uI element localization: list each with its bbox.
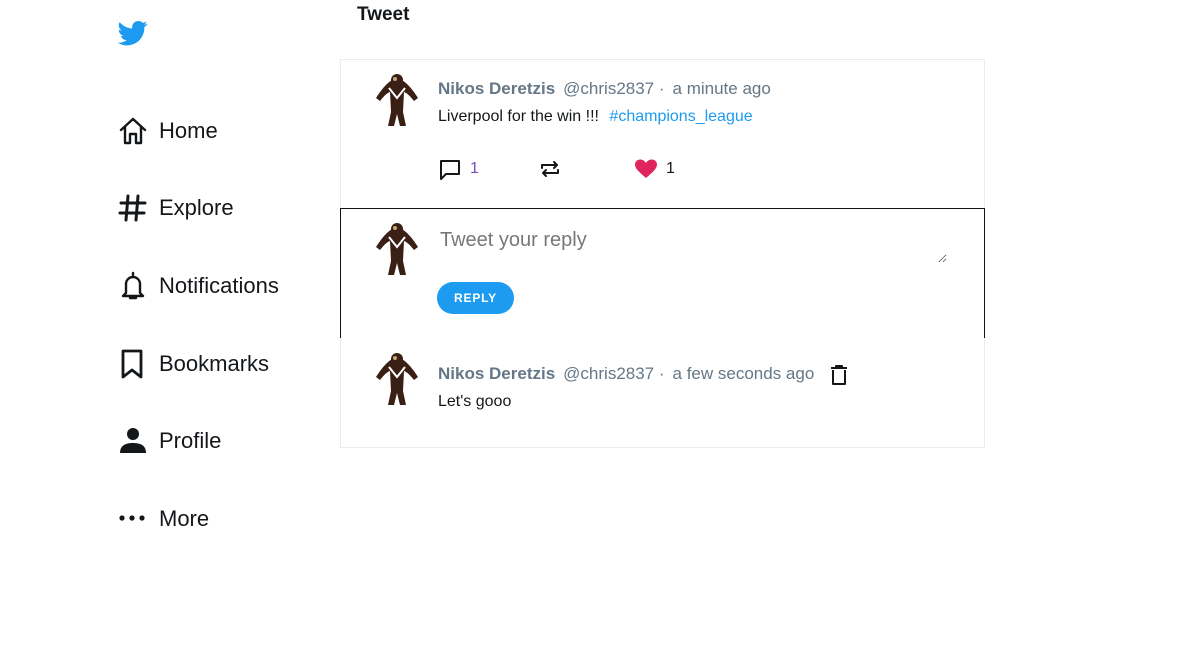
reply-input[interactable] <box>438 227 947 263</box>
sidebar-item-label: Notifications <box>159 273 279 298</box>
comment-count: 1 <box>470 160 479 177</box>
avatar[interactable] <box>372 74 422 128</box>
trash-icon[interactable] <box>830 365 848 385</box>
bookmark-icon <box>118 349 148 379</box>
tweet-card: Nikos Deretzis @chris2837 · a minute ago… <box>340 59 985 209</box>
heart-icon <box>635 159 657 178</box>
comment-time: a few seconds ago <box>672 364 815 383</box>
sidebar-item-label: Home <box>159 118 218 143</box>
sidebar-item-label: Profile <box>159 428 222 453</box>
retweet-button[interactable] <box>538 157 562 181</box>
sidebar-item-label: Explore <box>159 195 234 220</box>
like-button[interactable]: 1 <box>634 157 675 181</box>
home-icon <box>118 116 148 146</box>
sidebar-item-more[interactable]: More <box>118 504 209 534</box>
tweet-time: a minute ago <box>672 79 771 98</box>
hashtag-icon <box>118 193 148 223</box>
avatar[interactable] <box>372 353 422 407</box>
sidebar-item-label: Bookmarks <box>159 351 270 376</box>
author-name[interactable]: Nikos Deretzis <box>438 79 555 99</box>
author-name[interactable]: Nikos Deretzis <box>438 364 555 384</box>
tweet-text-content: Liverpool for the win !!! <box>438 108 599 125</box>
like-count: 1 <box>666 160 675 177</box>
bell-icon <box>118 271 148 301</box>
sidebar-item-label: More <box>159 506 210 531</box>
twitter-logo-icon[interactable] <box>116 18 150 48</box>
sidebar-item-bookmarks[interactable]: Bookmarks <box>118 349 269 379</box>
author-handle: @chris2837 · <box>563 364 665 383</box>
retweet-icon <box>541 161 559 177</box>
person-icon <box>118 426 148 456</box>
author-handle: @chris2837 · <box>563 79 665 98</box>
tweet-text: Liverpool for the win !!! #champions_lea… <box>438 108 753 126</box>
comment-card: Nikos Deretzis @chris2837 · a few second… <box>340 338 985 448</box>
comment-icon <box>440 160 460 180</box>
tweet-actions: 1 1 <box>438 157 738 181</box>
tweet-meta: Nikos Deretzis @chris2837 · a minute ago <box>438 79 771 99</box>
sidebar-item-home[interactable]: Home <box>118 116 218 146</box>
more-dots-icon <box>118 504 148 534</box>
reply-composer: REPLY <box>340 208 985 339</box>
comment-button[interactable]: 1 <box>438 157 479 181</box>
comment-text: Let's gooo <box>438 393 512 410</box>
reply-button[interactable]: REPLY <box>437 282 514 314</box>
page-title: Tweet <box>357 4 410 25</box>
hashtag-link[interactable]: #champions_league <box>609 108 752 125</box>
sidebar-item-notifications[interactable]: Notifications <box>118 271 279 301</box>
avatar <box>376 223 418 275</box>
comment-meta: Nikos Deretzis @chris2837 · a few second… <box>438 364 814 384</box>
sidebar-item-profile[interactable]: Profile <box>118 426 221 456</box>
sidebar-item-explore[interactable]: Explore <box>118 193 234 223</box>
